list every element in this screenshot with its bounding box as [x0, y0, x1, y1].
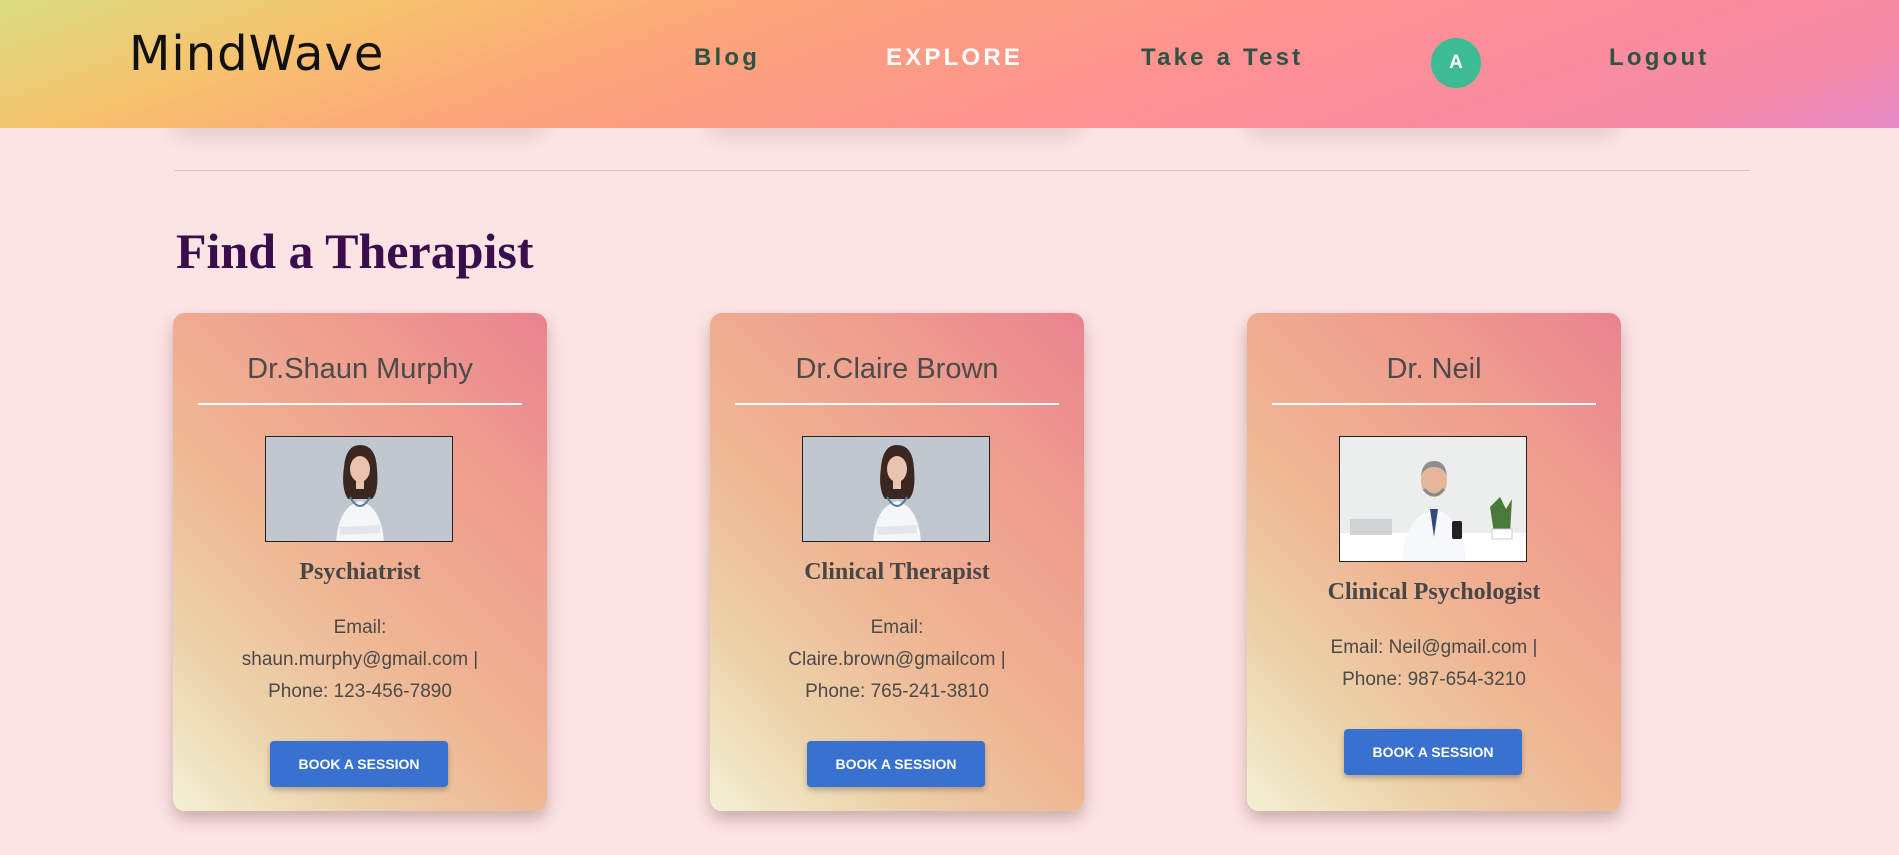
nav-logout[interactable]: Logout — [1609, 44, 1710, 72]
email-value: Email: Neil@gmail.com | — [1330, 637, 1538, 658]
email-label: Email: — [333, 617, 387, 638]
therapist-name: Dr. Neil — [1386, 353, 1482, 385]
phone-value: Phone: 123-456-7890 — [268, 681, 452, 702]
book-session-button[interactable]: BOOK A SESSION — [807, 741, 985, 787]
user-avatar[interactable]: A — [1431, 38, 1481, 88]
section-divider — [175, 170, 1750, 171]
nav-blog[interactable]: Blog — [694, 44, 760, 72]
therapist-photo — [265, 436, 453, 542]
therapist-name: Dr.Claire Brown — [795, 353, 999, 385]
therapist-contact: Email: Claire.brown@gmailcom | Phone: 76… — [740, 612, 1054, 708]
card-divider — [735, 403, 1059, 405]
book-session-button[interactable]: BOOK A SESSION — [1344, 729, 1522, 775]
book-session-button[interactable]: BOOK A SESSION — [270, 741, 448, 787]
nav-take-a-test[interactable]: Take a Test — [1141, 44, 1303, 72]
therapist-photo — [1339, 436, 1527, 562]
therapist-contact: Email: Neil@gmail.com | Phone: 987-654-3… — [1277, 632, 1591, 696]
email-label: Email: — [870, 617, 924, 638]
therapist-role: Clinical Psychologist — [1327, 579, 1541, 605]
brand-logo[interactable]: MindWave — [129, 26, 384, 82]
therapist-card: Dr.Claire Brown Clinical Therapist Email… — [710, 313, 1084, 811]
card-divider — [198, 403, 522, 405]
therapist-contact: Email: shaun.murphy@gmail.com | Phone: 1… — [203, 612, 517, 708]
phone-value: Phone: 765-241-3810 — [805, 681, 989, 702]
card-divider — [1272, 403, 1596, 405]
therapist-card: Dr.Shaun Murphy Psychiatrist Email: shau… — [173, 313, 547, 811]
page-title: Find a Therapist — [176, 223, 534, 279]
phone-value: Phone: 987-654-3210 — [1342, 669, 1526, 690]
therapist-role: Clinical Therapist — [804, 559, 990, 585]
email-value: Claire.brown@gmailcom | — [788, 649, 1006, 670]
email-value: shaun.murphy@gmail.com | — [241, 649, 479, 670]
therapist-name: Dr.Shaun Murphy — [247, 353, 473, 385]
therapist-photo — [802, 436, 990, 542]
top-navbar: MindWave Blog EXPLORE Take a Test A Logo… — [0, 0, 1899, 128]
therapist-card: Dr. Neil Clinical Psychologist Email: Ne… — [1247, 313, 1621, 811]
nav-explore[interactable]: EXPLORE — [886, 44, 1023, 72]
therapist-role: Psychiatrist — [299, 559, 421, 585]
